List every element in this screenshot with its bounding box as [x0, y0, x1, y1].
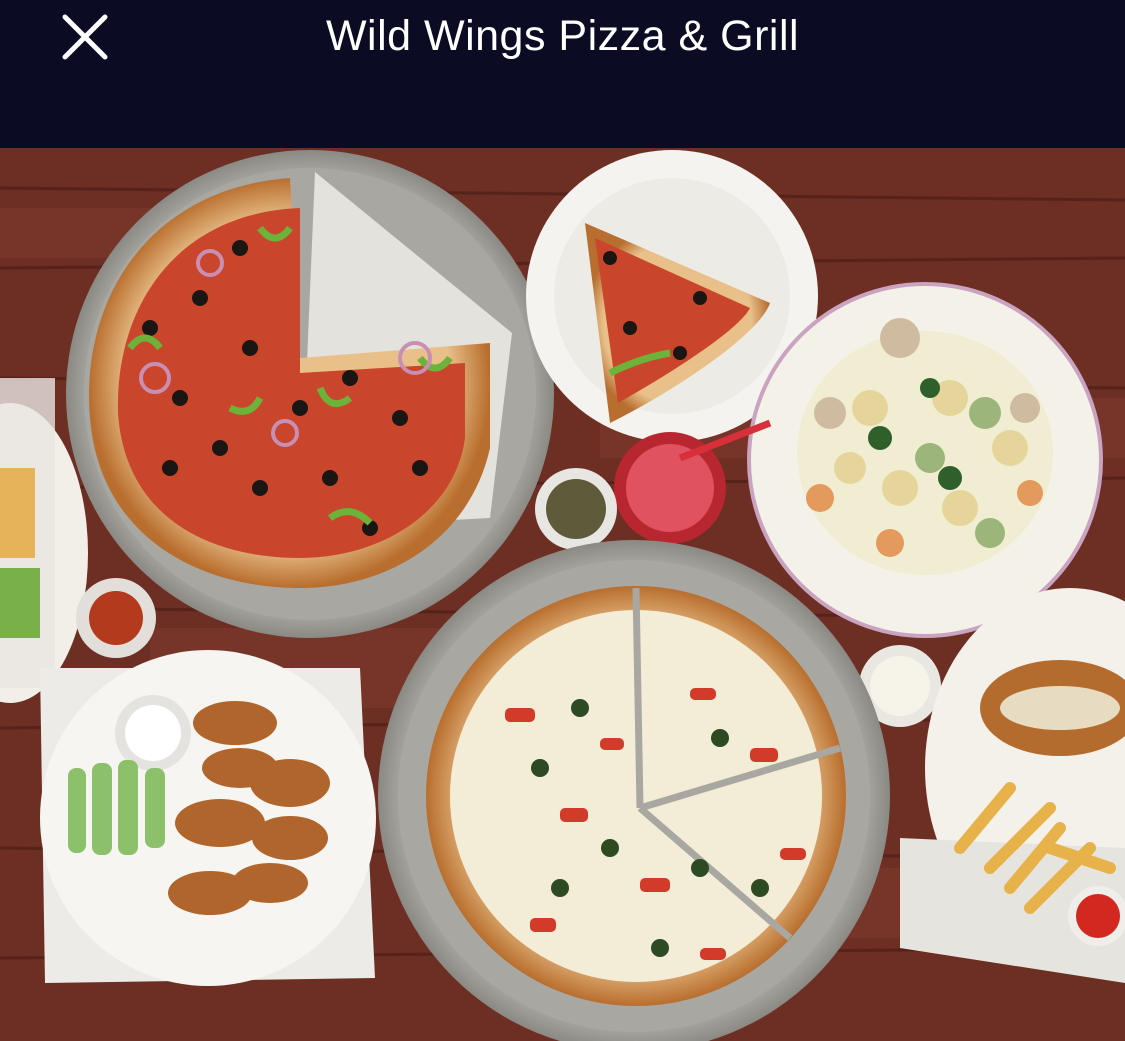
wings-plate [40, 650, 376, 986]
oregano-cup [535, 468, 617, 550]
restaurant-title: Wild Wings Pizza & Grill [325, 12, 800, 60]
tortellini-plate [747, 282, 1103, 638]
food-photo [0, 148, 1125, 1041]
veggie-pizza [66, 150, 554, 638]
white-pizza [378, 540, 890, 1041]
top-bar: Wild Wings Pizza & Grill [0, 0, 1125, 148]
pepper-flakes-cup [76, 578, 156, 658]
